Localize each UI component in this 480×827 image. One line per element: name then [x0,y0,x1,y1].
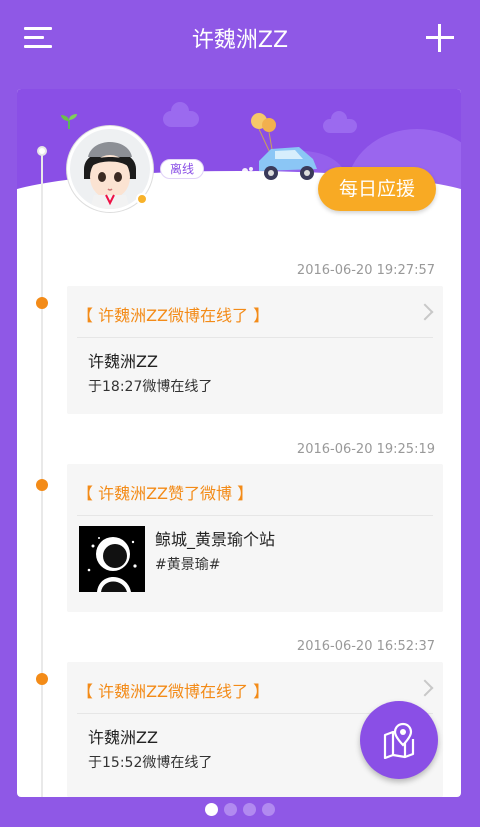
cloud-icon [323,111,357,133]
timeline-line [41,149,43,797]
timeline-dot [36,297,48,309]
feed-detail: 于18:27微博在线了 [88,379,213,395]
status-dot [136,193,148,205]
sprout-icon [61,114,77,129]
daily-support-button[interactable]: 每日应援 [318,167,436,211]
plus-icon[interactable] [426,24,454,52]
feed-timestamp: 2016-06-20 16:52:37 [296,639,435,654]
timeline-card: 离线 每日应援 2016-06-20 19:27:57 【 许魏洲ZZ微博在线了… [17,89,461,797]
feed-timestamp: 2016-06-20 19:27:57 [296,263,435,278]
feed-user-name: 许魏洲ZZ [88,728,158,747]
timeline-start-dot [37,146,47,156]
feed-headline: 【 许魏洲ZZ赞了微博 】 [77,484,254,503]
feed-item[interactable]: 【 许魏洲ZZ赞了微博 】 鲸城_黄景瑜个站 #黄景瑜# [67,464,443,612]
car-balloon-icon [242,113,317,180]
feed-user-name: 许魏洲ZZ [88,352,158,371]
shared-post-thumbnail[interactable] [79,526,145,592]
feed-timestamp: 2016-06-20 19:25:19 [296,442,435,457]
chevron-right-icon[interactable] [416,679,434,697]
status-badge: 离线 [160,159,205,179]
page-indicator[interactable] [0,803,480,816]
timeline-dot [36,673,48,685]
page-dot[interactable] [243,803,256,816]
feed-headline: 【 许魏洲ZZ微博在线了 】 [77,682,270,701]
feed-item[interactable]: 【 许魏洲ZZ微博在线了 】 许魏洲ZZ 于18:27微博在线了 [67,286,443,414]
portrait-silhouette-image [79,526,145,592]
map-fab-button[interactable] [360,701,438,779]
page-dot[interactable] [262,803,275,816]
page-dot[interactable] [224,803,237,816]
feed-item-header: 【 许魏洲ZZ微博在线了 】 [77,286,434,338]
cloud-icon [163,102,199,127]
feed-detail: 于15:52微博在线了 [88,755,213,771]
page-title: 许魏洲ZZ [191,28,289,53]
shared-post-title: 鲸城_黄景瑜个站 [155,530,276,549]
app-header: 许魏洲ZZ [0,0,480,80]
chevron-right-icon[interactable] [416,303,434,321]
shared-post-tag: #黄景瑜# [155,557,221,573]
timeline-dot [36,479,48,491]
page-dot[interactable] [205,803,218,816]
map-pin-icon [383,722,415,759]
feed-headline: 【 许魏洲ZZ微博在线了 】 [77,306,270,325]
feed-item-header: 【 许魏洲ZZ赞了微博 】 [77,464,433,516]
